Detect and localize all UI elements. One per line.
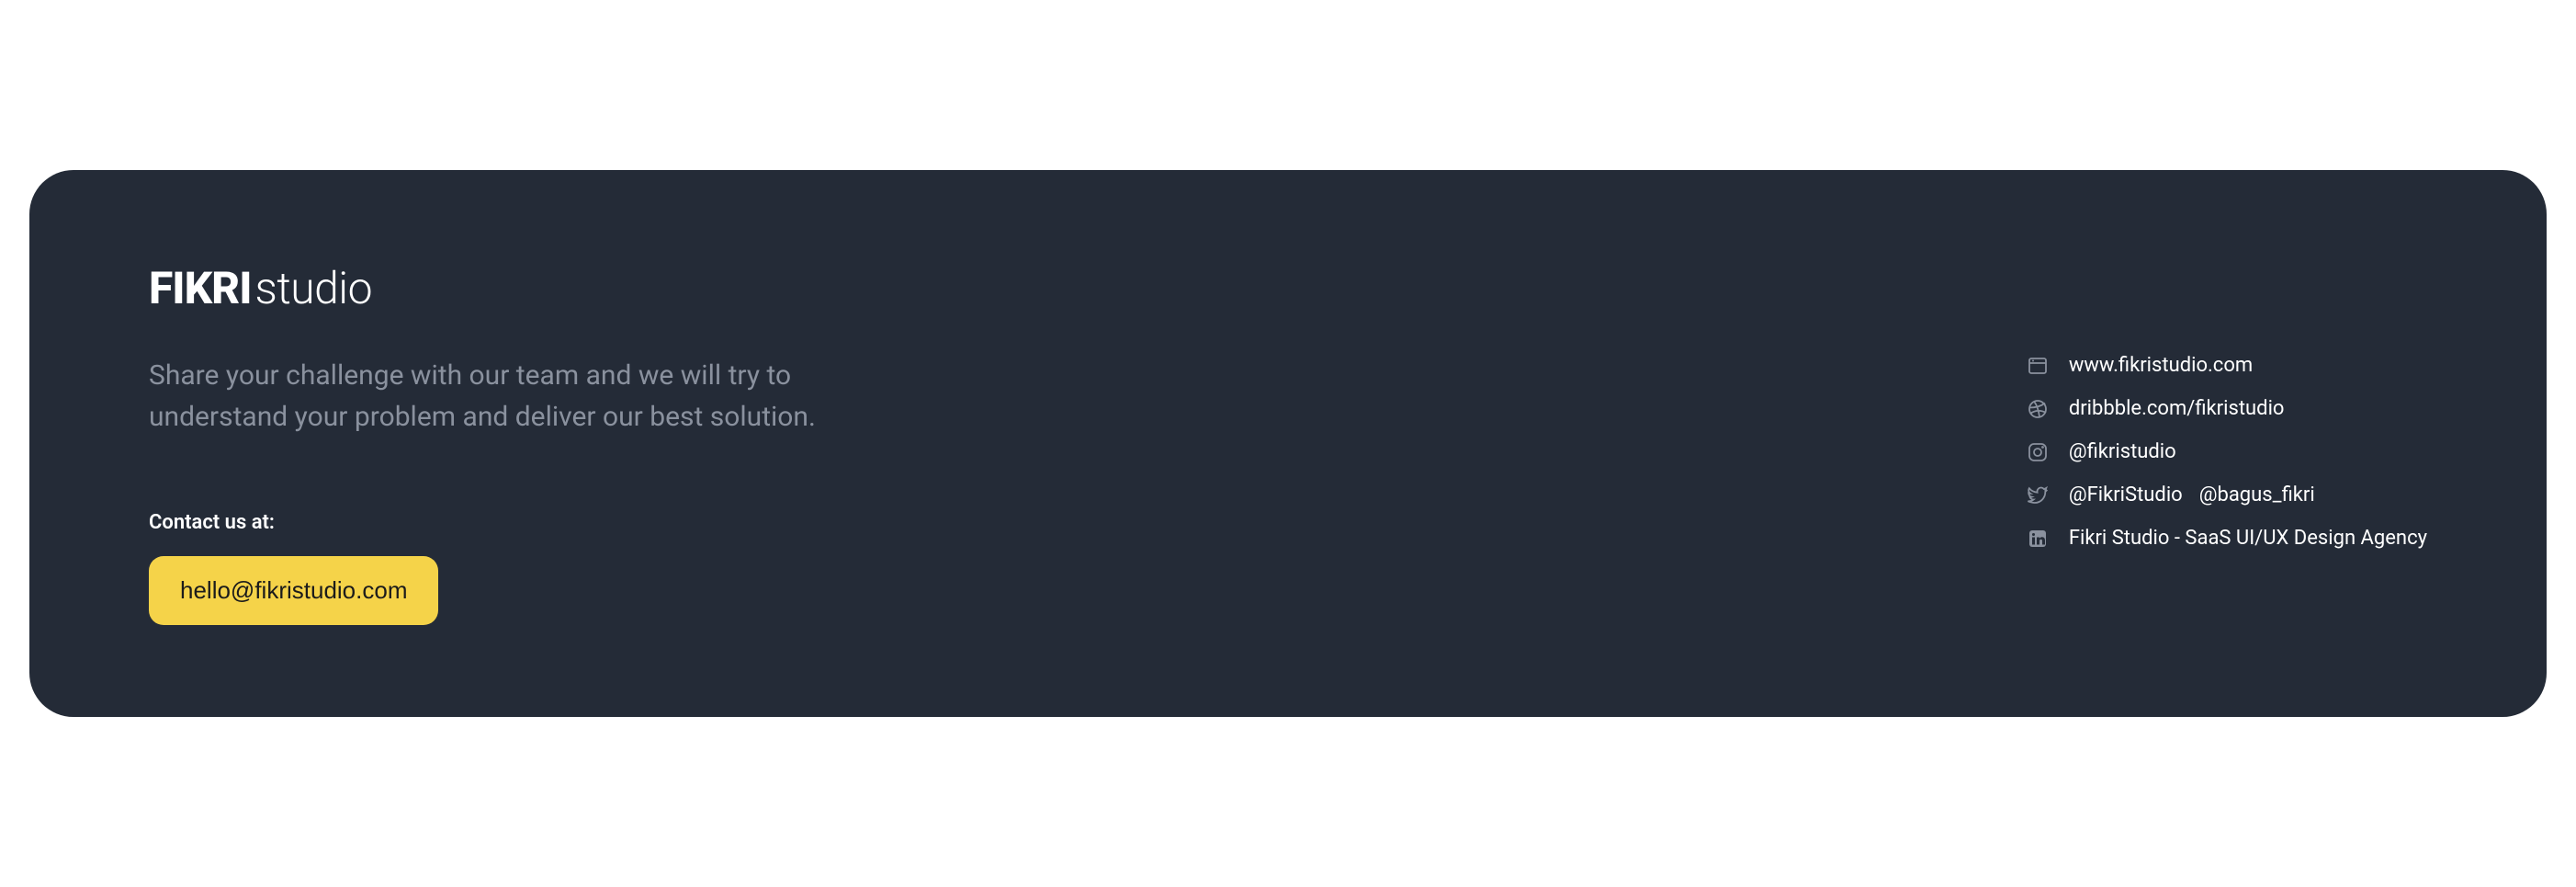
linkedin-text: Fikri Studio - SaaS UI/UX Design Agency xyxy=(2069,527,2427,550)
logo-suffix: studio xyxy=(254,262,372,314)
logo-brand: FIKRI xyxy=(149,262,251,314)
website-link[interactable]: www.fikristudio.com xyxy=(2027,354,2427,377)
contact-label: Contact us at: xyxy=(149,511,902,534)
website-text: www.fikristudio.com xyxy=(2069,354,2253,377)
twitter-text-1: @FikriStudio xyxy=(2069,483,2183,506)
twitter-icon xyxy=(2027,484,2049,506)
footer-left-column: FIKRI studio Share your challenge with o… xyxy=(149,262,902,625)
linkedin-link[interactable]: Fikri Studio - SaaS UI/UX Design Agency xyxy=(2027,527,2427,550)
instagram-link[interactable]: @fikristudio xyxy=(2027,440,2427,463)
dribbble-text: dribbble.com/fikristudio xyxy=(2069,397,2285,420)
browser-icon xyxy=(2027,355,2049,377)
twitter-handles: @FikriStudio @bagus_fikri xyxy=(2069,483,2315,506)
instagram-text: @fikristudio xyxy=(2069,440,2176,463)
contact-email-button[interactable]: hello@fikristudio.com xyxy=(149,556,438,625)
tagline-text: Share your challenge with our team and w… xyxy=(149,355,902,438)
dribbble-icon xyxy=(2027,398,2049,420)
twitter-link[interactable]: @FikriStudio @bagus_fikri xyxy=(2027,483,2427,506)
twitter-text-2: @bagus_fikri xyxy=(2199,483,2315,506)
footer-card: FIKRI studio Share your challenge with o… xyxy=(29,170,2547,717)
linkedin-icon xyxy=(2027,528,2049,550)
dribbble-link[interactable]: dribbble.com/fikristudio xyxy=(2027,397,2427,420)
footer-right-column: www.fikristudio.com dribbble.com/fikrist… xyxy=(2027,262,2427,550)
logo: FIKRI studio xyxy=(149,262,902,314)
instagram-icon xyxy=(2027,441,2049,463)
